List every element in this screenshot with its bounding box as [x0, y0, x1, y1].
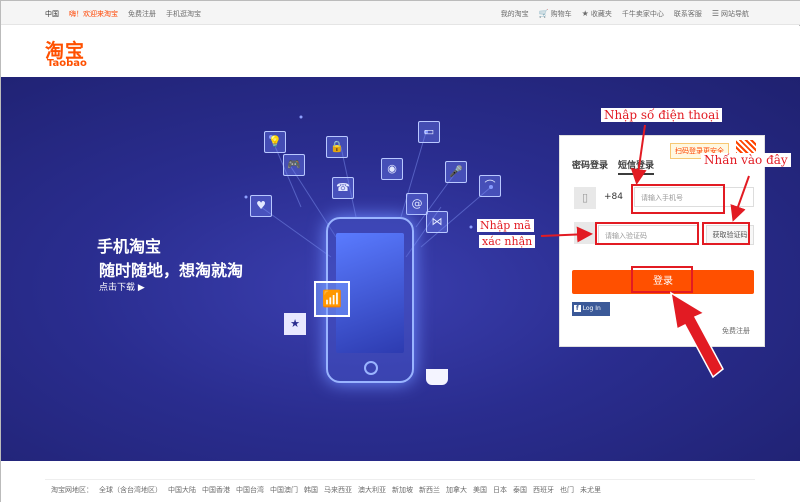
heart-icon: ♥	[250, 195, 272, 217]
site-link[interactable]: 未尤里	[580, 485, 601, 495]
welcome-text: 嗨！欢迎来淘宝	[69, 10, 118, 18]
logo-subtitle: Taobao	[47, 58, 87, 69]
sitemap-link[interactable]: 网站导航	[721, 10, 749, 18]
coffee-cup-icon	[426, 369, 448, 385]
mobile-taobao-link[interactable]: 手机逛淘宝	[166, 9, 201, 19]
microphone-icon: 🎤	[445, 161, 467, 183]
banner-title: 手机淘宝	[97, 237, 162, 256]
my-taobao-link[interactable]: 我的淘宝	[501, 9, 529, 19]
free-register-link[interactable]: 免费注册	[128, 9, 156, 19]
top-bar: 中国 嗨！欢迎来淘宝 免费注册 手机逛淘宝 我的淘宝 🛒 购物车 ★ 收藏夹 千牛卖…	[1, 1, 800, 25]
annotation-code-line2: xác nhận	[479, 235, 536, 248]
wifi-icon: 📶	[314, 281, 350, 317]
share-icon: ⋈	[426, 211, 448, 233]
footer-divider	[45, 479, 755, 480]
footer: 淘宝网地区： 全球（含台湾地区） 中国大陆 中国香港 中国台湾 中国澳门 韩国 …	[1, 461, 800, 502]
contact-link[interactable]: 联系客服	[674, 9, 702, 19]
register-link[interactable]: 免费注册	[722, 326, 750, 336]
country-code-selector[interactable]: +84	[604, 192, 623, 202]
home-button	[364, 361, 378, 375]
cart-icon: 🛒	[538, 9, 549, 18]
site-link[interactable]: 马来西亚	[324, 485, 352, 495]
tv-icon: ▭	[418, 121, 440, 143]
shopping-bag-icon: ★	[284, 313, 306, 335]
tab-sms-login[interactable]: 短信登录	[618, 158, 655, 175]
annotation-phone: Nhập số điện thoại	[601, 108, 723, 122]
site-link[interactable]: 新加坡	[392, 485, 413, 495]
hanger-icon: ⌒	[479, 175, 501, 197]
download-link[interactable]: 点击下载 ▶	[99, 280, 145, 293]
at-icon: @	[406, 193, 428, 215]
top-bar-right: 我的淘宝 🛒 购物车 ★ 收藏夹 千牛卖家中心 联系客服 ☰ 网站导航	[501, 9, 749, 19]
site-link[interactable]: 韩国	[304, 485, 318, 495]
site-link[interactable]: 中国澳门	[270, 485, 298, 495]
menu-icon: ☰	[711, 9, 719, 18]
camera-icon: ◉	[381, 158, 403, 180]
site-link[interactable]: 泰国	[513, 485, 527, 495]
phone-icon: ▯	[574, 187, 596, 209]
footer-label: 淘宝网地区：	[51, 486, 93, 494]
phone-input-highlight	[631, 184, 725, 214]
cart-link[interactable]: 购物车	[551, 10, 572, 18]
site-link[interactable]: 澳大利亚	[358, 485, 386, 495]
seller-center-link[interactable]: 千牛卖家中心	[622, 9, 664, 19]
phone-call-icon: ☎	[332, 177, 354, 199]
site-link[interactable]: 加拿大	[446, 485, 467, 495]
region-selector[interactable]: 中国	[45, 9, 59, 19]
annotation-click-here: Nhấn vào đây	[701, 153, 791, 167]
tab-password-login[interactable]: 密码登录	[572, 158, 608, 175]
site-link[interactable]: 美国	[473, 485, 487, 495]
facebook-login-button[interactable]: f Log In	[572, 302, 610, 316]
site-link[interactable]: 全球（含台湾地区）	[99, 485, 162, 495]
site-link[interactable]: 也门	[560, 485, 574, 495]
login-tabs: 密码登录 短信登录	[572, 158, 655, 175]
site-link[interactable]: 西班牙	[533, 485, 554, 495]
region-sites-list: 淘宝网地区： 全球（含台湾地区） 中国大陆 中国香港 中国台湾 中国澳门 韩国 …	[51, 485, 601, 495]
code-input-highlight	[595, 222, 699, 245]
lock-icon: 🔒	[326, 136, 348, 158]
site-link[interactable]: 中国大陆	[168, 485, 196, 495]
header: 淘宝 Taobao	[1, 26, 800, 77]
site-link[interactable]: 新西兰	[419, 485, 440, 495]
top-bar-left: 中国 嗨！欢迎来淘宝 免费注册 手机逛淘宝	[45, 9, 201, 19]
get-code-highlight	[702, 222, 750, 245]
favorites-link[interactable]: 收藏夹	[591, 10, 612, 18]
code-icon	[574, 222, 596, 244]
gamepad-icon: 🎮	[283, 154, 305, 176]
star-icon: ★	[581, 9, 589, 18]
site-link[interactable]: 日本	[493, 485, 507, 495]
lightbulb-icon: 💡	[264, 131, 286, 153]
site-link[interactable]: 中国台湾	[236, 485, 264, 495]
annotation-code-line1: Nhập mã	[477, 219, 534, 232]
facebook-icon: f	[574, 305, 581, 312]
site-link[interactable]: 中国香港	[202, 485, 230, 495]
banner-subtitle: 随时随地，想淘就淘	[99, 261, 244, 280]
login-button-highlight	[631, 266, 693, 293]
facebook-login-label: Log In	[582, 305, 601, 312]
